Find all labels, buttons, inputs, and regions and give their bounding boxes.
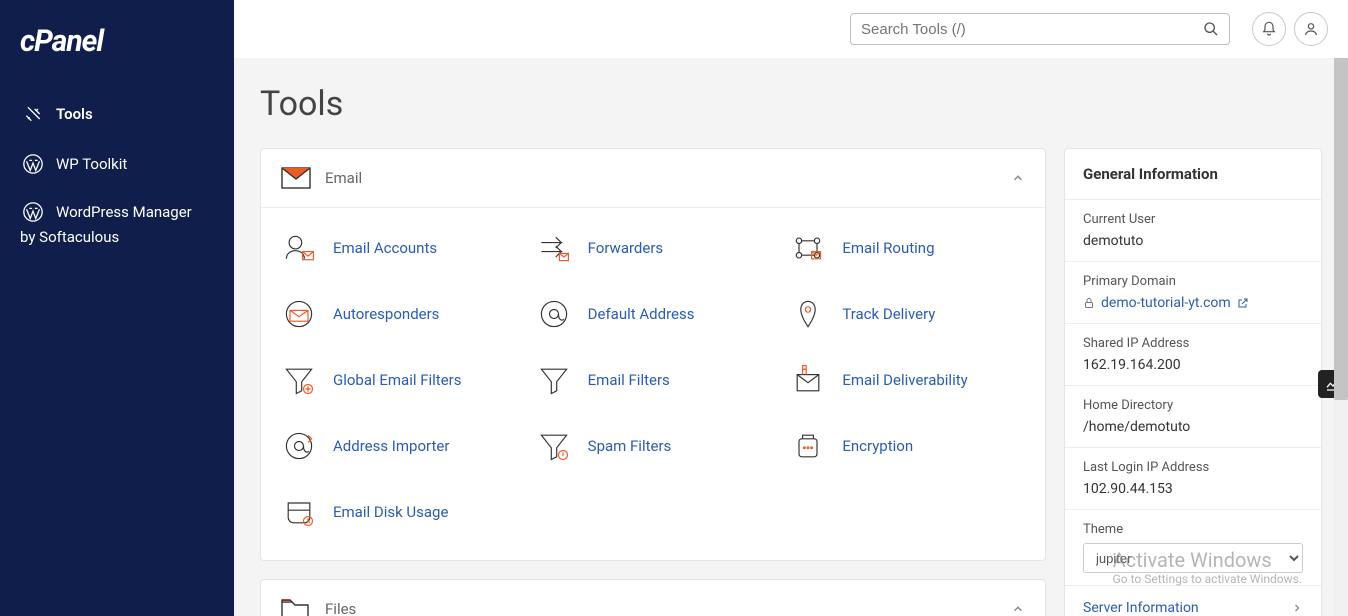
info-last-login: Last Login IP Address 102.90.44.153 [1065, 448, 1321, 510]
theme-select[interactable]: jupiter [1083, 543, 1303, 573]
tool-icon [536, 230, 572, 266]
user-button[interactable] [1294, 12, 1328, 46]
tool-label: Email Routing [842, 239, 934, 257]
primary-domain-link[interactable]: demo-tutorial-yt.com [1083, 295, 1303, 311]
chevron-up-icon[interactable] [1011, 171, 1025, 185]
tool-item[interactable]: Autoresponders [281, 286, 516, 342]
info-label: Theme [1083, 522, 1303, 537]
topbar [234, 0, 1348, 58]
tool-item[interactable]: Email Disk Usage [281, 484, 516, 540]
tool-icon [536, 296, 572, 332]
info-value: 102.90.44.153 [1083, 481, 1303, 497]
lock-icon [1083, 297, 1095, 309]
tool-label: Email Deliverability [842, 371, 967, 389]
tool-label: Spam Filters [588, 437, 672, 455]
tool-label: Address Importer [333, 437, 449, 455]
panel-title: Files [325, 600, 1011, 616]
tool-label: Default Address [588, 305, 695, 323]
info-theme: Theme jupiter [1065, 510, 1321, 586]
info-label: Current User [1083, 212, 1303, 227]
notifications-button[interactable] [1252, 12, 1286, 46]
tool-item[interactable]: Default Address [536, 286, 771, 342]
panel-title: Email [325, 169, 1011, 187]
nav-label: Tools [56, 105, 93, 123]
email-panel: Email Email Accounts Forwarders Email Rout… [260, 148, 1046, 561]
email-panel-body: Email Accounts Forwarders Email Routing Aut… [261, 208, 1045, 560]
tool-icon [281, 362, 317, 398]
folder-icon [281, 598, 311, 616]
tool-item[interactable]: Spam Filters [536, 418, 771, 474]
tools-icon [20, 101, 46, 127]
server-info-label: Server Information [1083, 600, 1199, 616]
main-content: Tools Email Email AccountsForwardersEmai… [234, 58, 1348, 616]
tool-icon [281, 494, 317, 530]
tool-label: Encryption [842, 437, 913, 455]
files-panel: Files [260, 579, 1046, 616]
info-label: Shared IP Address [1083, 336, 1303, 351]
chevron-up-icon[interactable] [1011, 602, 1025, 616]
domain-text: demo-tutorial-yt.com [1101, 295, 1231, 311]
email-icon [281, 167, 311, 189]
search-input[interactable] [861, 21, 1203, 38]
info-shared-ip: Shared IP Address 162.19.164.200 [1065, 324, 1321, 386]
server-information-link[interactable]: Server Information [1065, 586, 1321, 616]
external-link-icon [1237, 297, 1249, 309]
chevron-right-icon [1291, 602, 1303, 614]
tool-icon [790, 362, 826, 398]
sidebar: cPanel Tools WP Toolkit WordPress Manage… [0, 0, 234, 616]
tool-icon [281, 428, 317, 464]
nav-wp-manager[interactable]: WordPress Manager by Softaculous [0, 189, 234, 259]
info-label: Last Login IP Address [1083, 460, 1303, 475]
info-home-directory: Home Directory /home/demotuto [1065, 386, 1321, 448]
tool-label: Email Filters [588, 371, 670, 389]
scrollbar[interactable] [1334, 0, 1348, 616]
tool-label: Autoresponders [333, 305, 439, 323]
files-panel-header[interactable]: Files [261, 580, 1045, 616]
tool-icon [790, 428, 826, 464]
info-value: /home/demotuto [1083, 419, 1303, 435]
nav-sublabel: by Softaculous [20, 225, 214, 249]
info-current-user: Current User demotuto [1065, 200, 1321, 262]
general-info-panel: General Information Current User demotut… [1064, 148, 1322, 616]
page-title: Tools [260, 84, 1322, 124]
info-label: Home Directory [1083, 398, 1303, 413]
logo-text: cPanel [20, 24, 103, 59]
tool-icon [536, 428, 572, 464]
info-value: 162.19.164.200 [1083, 357, 1303, 373]
search-box[interactable] [850, 13, 1230, 45]
info-primary-domain: Primary Domain demo-tutorial-yt.com [1065, 262, 1321, 324]
tool-item[interactable]: Forwarders [536, 220, 771, 276]
nav-label: WP Toolkit [56, 155, 127, 173]
tool-icon [790, 296, 826, 332]
nav-tools[interactable]: Tools [0, 89, 234, 139]
nav-wp-toolkit[interactable]: WP Toolkit [0, 139, 234, 189]
tool-item[interactable]: Email Deliverability [790, 352, 1025, 408]
tool-label: Forwarders [588, 239, 664, 257]
tool-item[interactable]: Encryption [790, 418, 1025, 474]
tool-item[interactable]: Email Routing [790, 220, 1025, 276]
email-panel-header[interactable]: Email [261, 149, 1045, 208]
tool-label: Global Email Filters [333, 371, 462, 389]
search-icon[interactable] [1203, 21, 1219, 37]
info-value: demotuto [1083, 233, 1303, 249]
tool-label: Email Disk Usage [333, 503, 448, 521]
tool-icon [281, 296, 317, 332]
tool-item[interactable]: Global Email Filters [281, 352, 516, 408]
tool-item[interactable]: Track Delivery [790, 286, 1025, 342]
info-label: Primary Domain [1083, 274, 1303, 289]
tool-item[interactable]: Email Filters [536, 352, 771, 408]
tool-icon [536, 362, 572, 398]
wordpress-icon [20, 151, 46, 177]
scrollbar-thumb[interactable] [1334, 0, 1348, 400]
info-title: General Information [1065, 149, 1321, 200]
wordpress-icon [20, 199, 46, 225]
tool-item[interactable]: Email Accounts [281, 220, 516, 276]
tool-label: Track Delivery [842, 305, 935, 323]
nav-label: WordPress Manager [56, 200, 192, 224]
cpanel-logo: cPanel [0, 24, 234, 89]
tool-item[interactable]: Address Importer [281, 418, 516, 474]
tool-icon [281, 230, 317, 266]
tool-icon [790, 230, 826, 266]
tool-label: Email Accounts [333, 239, 437, 257]
